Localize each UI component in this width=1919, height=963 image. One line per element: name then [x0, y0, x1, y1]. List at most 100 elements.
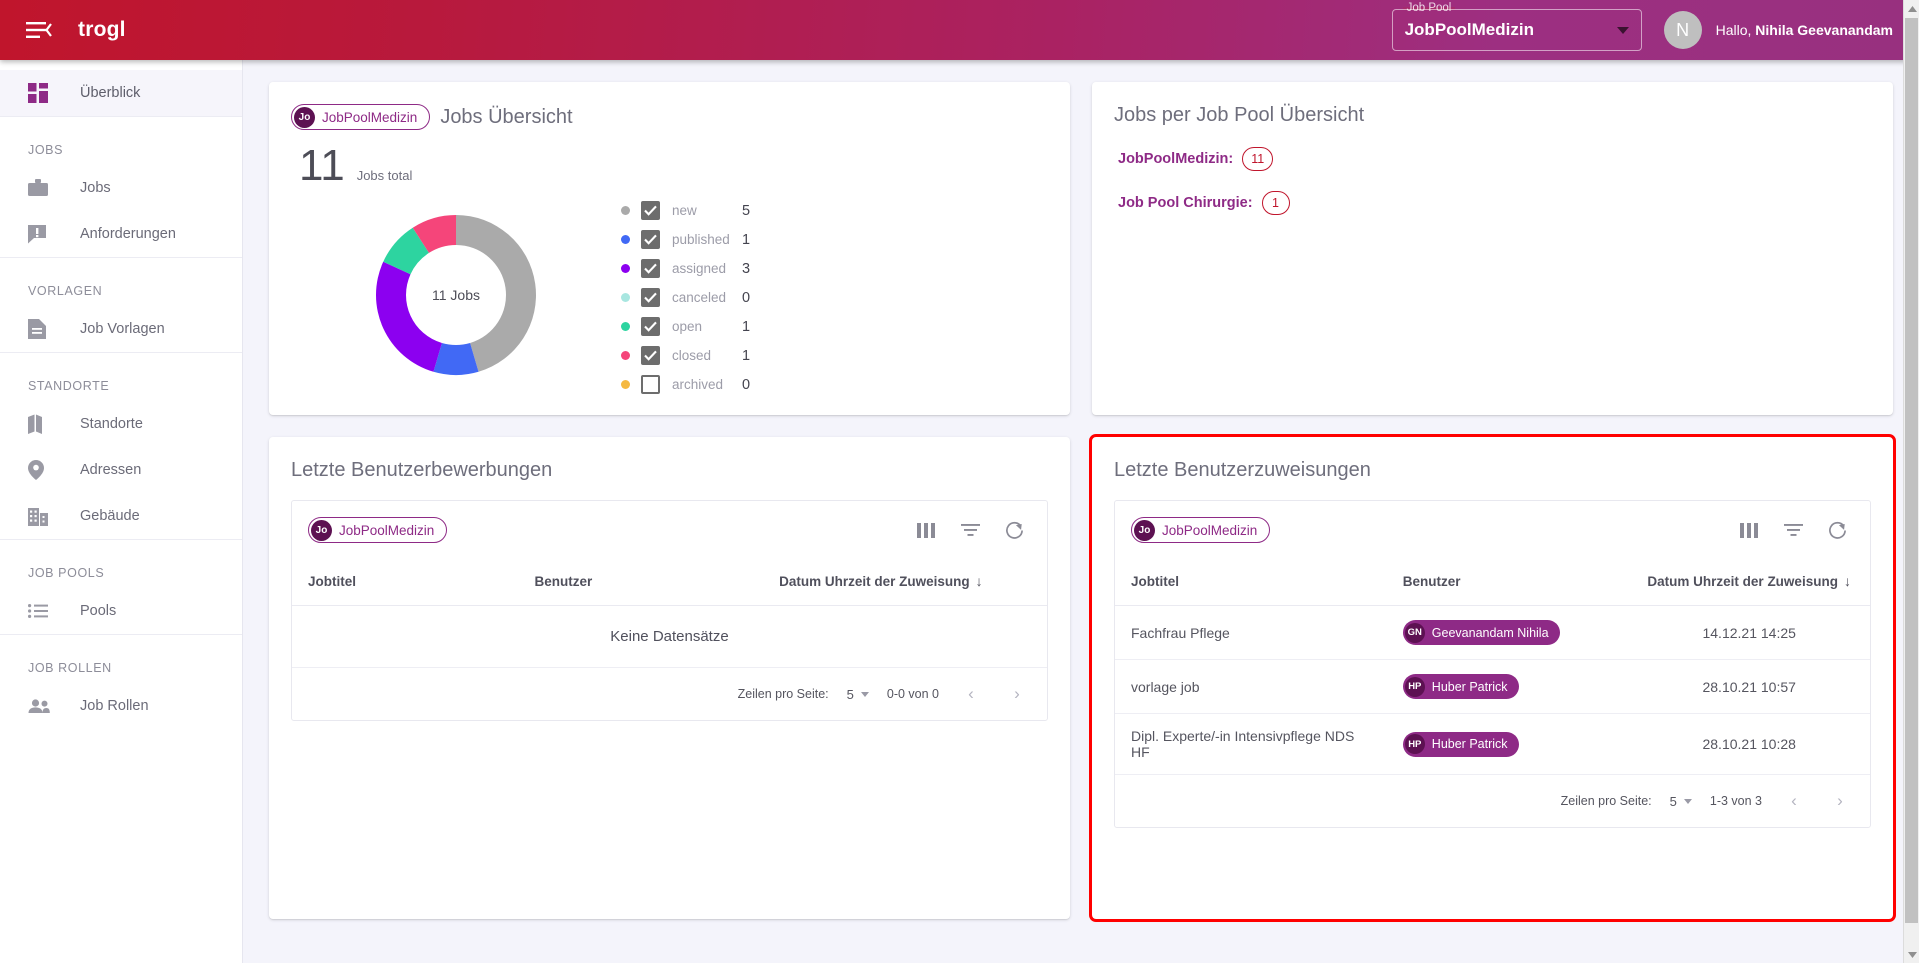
sidebar-group-title-job-pools: JOB POOLS — [28, 566, 105, 580]
chip-avatar: Jo — [311, 519, 332, 541]
scroll-down-icon[interactable] — [1904, 946, 1919, 963]
table-row[interactable]: vorlage job HP Huber Patrick 28.10.21 10:57 — [1115, 659, 1870, 714]
rows-per-page-select[interactable]: 5 — [847, 687, 869, 702]
assignments-table-body: Fachfrau Pflege GN Geevanandam Nihila 14.12… — [1115, 605, 1870, 775]
legend-checkbox-new[interactable] — [641, 201, 660, 220]
sidebar-item-adressen[interactable]: Adressen — [0, 447, 242, 493]
sidebar-item-gebaude[interactable]: Gebäude — [0, 493, 242, 539]
legend-item-new[interactable]: new 5 — [621, 200, 750, 221]
sidebar-item-pools[interactable]: Pools — [0, 588, 242, 634]
greeting-prefix: Hallo, — [1715, 22, 1756, 38]
legend-checkbox-published[interactable] — [641, 230, 660, 249]
sidebar-item-label: Job Rollen — [80, 698, 149, 714]
legend-color-dot — [621, 351, 630, 360]
sidebar-item-uberblick[interactable]: Überblick — [0, 70, 242, 116]
hamburger-menu-icon[interactable] — [22, 13, 56, 47]
document-icon — [28, 319, 54, 339]
sidebar-item-label: Überblick — [80, 85, 141, 101]
legend-item-archived[interactable]: archived 0 — [621, 374, 750, 395]
chip-label: Geevanandam Nihila — [1431, 625, 1549, 640]
column-header-jobtitel[interactable]: Jobtitel — [1115, 559, 1387, 606]
rows-per-page-select[interactable]: 5 — [1670, 794, 1692, 809]
assignments-card: Letzte Benutzerzuweisungen Jo JobPoolMed… — [1089, 434, 1896, 922]
scroll-up-icon[interactable] — [1904, 0, 1919, 17]
assignments-table-head: Jobtitel Benutzer Datum Uhrzeit der Zuwe… — [1115, 559, 1870, 606]
table-row[interactable]: Dipl. Experte/-in Intensivpflege NDS HF H… — [1115, 713, 1870, 775]
legend-checkbox-open[interactable] — [641, 317, 660, 336]
chevron-right-icon[interactable]: › — [1003, 680, 1031, 708]
sidebar-item-anforderungen[interactable]: Anforderungen — [0, 211, 242, 257]
app-root: trogl Job Pool JobPoolMedizin N Hallo, N… — [0, 0, 1919, 963]
page-scrollbar[interactable] — [1903, 0, 1919, 963]
legend-checkbox-assigned[interactable] — [641, 259, 660, 278]
legend-item-assigned[interactable]: assigned 3 — [621, 258, 750, 279]
refresh-icon[interactable] — [1820, 513, 1854, 547]
sidebar-item-jobs[interactable]: Jobs — [0, 165, 242, 211]
pool-name: JobPoolMedizin: — [1118, 151, 1234, 167]
assignments-table: Jobtitel Benutzer Datum Uhrzeit der Zuwe… — [1115, 559, 1870, 775]
user-chip[interactable]: HP Huber Patrick — [1402, 731, 1519, 757]
job-pool-chip[interactable]: Jo JobPoolMedizin — [291, 104, 431, 130]
map-icon — [28, 414, 54, 434]
user-menu[interactable]: N Hallo, Nihila Geevanandam — [1663, 11, 1919, 49]
legend-item-open[interactable]: open 1 — [621, 316, 750, 337]
legend-item-published[interactable]: published 1 — [621, 229, 750, 250]
cell-jobtitel: vorlage job — [1115, 659, 1387, 714]
column-header-benutzer[interactable]: Benutzer — [518, 559, 715, 606]
column-header-datum[interactable]: Datum Uhrzeit der Zuweisung ↓ — [714, 559, 1047, 606]
rows-per-page-label: Zeilen pro Seite: — [1560, 794, 1652, 808]
cell-benutzer: GN Geevanandam Nihila — [1386, 605, 1629, 660]
legend-checkbox-canceled[interactable] — [641, 288, 660, 307]
sidebar-item-standorte[interactable]: Standorte — [0, 401, 242, 447]
legend-checkbox-closed[interactable] — [641, 346, 660, 365]
legend-color-dot — [621, 264, 630, 273]
applications-table-head: Jobtitel Benutzer Datum Uhrzeit der Zuwe… — [292, 559, 1047, 606]
legend-item-canceled[interactable]: canceled 0 — [621, 287, 750, 308]
building-icon — [28, 506, 54, 526]
column-header-datum-text: Datum Uhrzeit der Zuweisung — [1647, 574, 1838, 589]
filter-icon[interactable] — [1776, 513, 1810, 547]
sidebar-item-label: Gebäude — [80, 508, 140, 524]
job-pool-select[interactable]: Job Pool JobPoolMedizin — [1391, 2, 1642, 51]
legend-item-closed[interactable]: closed 1 — [621, 345, 750, 366]
donut-center-label: 11 Jobs — [432, 286, 480, 303]
columns-icon[interactable] — [1732, 513, 1766, 547]
jobs-overview-card: Jo JobPoolMedizin Jobs Übersicht 11 Jobs… — [269, 82, 1070, 415]
column-header-jobtitel[interactable]: Jobtitel — [292, 559, 519, 606]
table-empty-row: Keine Datensätze — [292, 605, 1047, 668]
column-header-benutzer[interactable]: Benutzer — [1386, 559, 1629, 606]
body-row: Überblick JOBS Jobs Anforderungen VORLAG… — [0, 60, 1919, 963]
sidebar: Überblick JOBS Jobs Anforderungen VORLAG… — [0, 60, 243, 963]
columns-icon[interactable] — [909, 513, 943, 547]
user-chip[interactable]: HP Huber Patrick — [1402, 674, 1519, 699]
refresh-icon[interactable] — [997, 513, 1031, 547]
user-chip[interactable]: GN Geevanandam Nihila — [1402, 620, 1560, 645]
chevron-down-icon[interactable] — [1616, 26, 1629, 34]
legend-label: new — [672, 203, 697, 218]
user-name: Nihila Geevanandam — [1755, 22, 1893, 38]
job-pool-chip[interactable]: Jo JobPoolMedizin — [1131, 517, 1271, 543]
filter-icon[interactable] — [953, 513, 987, 547]
rows-per-page-value: 5 — [1669, 793, 1677, 809]
table-row[interactable]: Fachfrau Pflege GN Geevanandam Nihila 14.12… — [1115, 605, 1870, 660]
job-pool-chip[interactable]: Jo JobPoolMedizin — [308, 517, 448, 543]
column-header-datum[interactable]: Datum Uhrzeit der Zuweisung ↓ — [1628, 559, 1870, 606]
chevron-left-icon[interactable]: ‹ — [957, 680, 985, 708]
chevron-right-icon[interactable]: › — [1826, 787, 1854, 815]
empty-state-text: Keine Datensätze — [292, 605, 1047, 668]
legend-value: 1 — [742, 318, 751, 335]
chip-avatar: HP — [1404, 734, 1425, 754]
legend-color-dot — [621, 206, 630, 215]
scrollbar-thumb[interactable] — [1905, 18, 1918, 923]
chevron-down-icon — [860, 691, 869, 697]
sidebar-item-job-rollen[interactable]: Job Rollen — [0, 683, 242, 729]
legend-label: closed — [672, 348, 712, 363]
sidebar-item-job-vorlagen[interactable]: Job Vorlagen — [0, 306, 242, 352]
chevron-left-icon[interactable]: ‹ — [1780, 787, 1808, 815]
sidebar-item-label: Pools — [80, 603, 117, 619]
chevron-down-icon — [1683, 798, 1692, 804]
applications-title: Letzte Benutzerbewerbungen — [291, 459, 553, 481]
legend-checkbox-archived[interactable] — [641, 375, 660, 394]
cell-jobtitel: Dipl. Experte/-in Intensivpflege NDS HF — [1115, 713, 1387, 775]
donut-slice-assigned[interactable] — [376, 261, 442, 372]
